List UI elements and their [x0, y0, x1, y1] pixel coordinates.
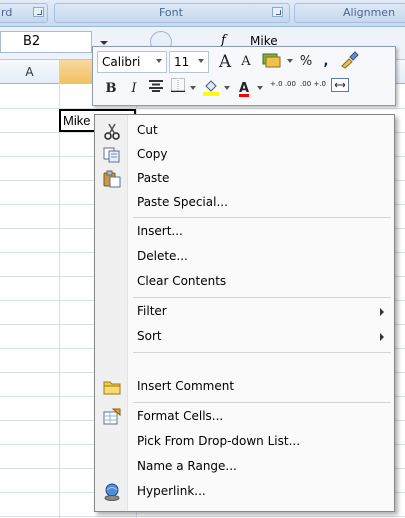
menu-item-label: Cut: [137, 123, 158, 137]
clipboard-dialog-launcher-icon[interactable]: [33, 7, 44, 17]
ribbon-group-font: Font: [54, 3, 290, 23]
menu-item-label: Sort: [137, 329, 162, 343]
menu-item-insert[interactable]: Insert...: [95, 220, 394, 244]
menu-item-label: Insert Comment: [137, 379, 235, 393]
shrink-font-button[interactable]: A: [237, 51, 255, 73]
ribbon-group-alignment: Alignmen: [294, 3, 405, 23]
center-align-icon: [149, 80, 163, 92]
menu-item-sort[interactable]: Sort: [95, 325, 394, 349]
borders-button[interactable]: [169, 78, 187, 100]
fill-color-icon: [203, 80, 219, 96]
accounting-format-icon: [262, 53, 281, 68]
comment-icon: [103, 381, 121, 395]
menu-item-paste-special[interactable]: Paste Special...: [95, 191, 394, 215]
font-color-dropdown-icon[interactable]: [257, 86, 263, 90]
paste-icon: [103, 170, 121, 188]
grow-font-button[interactable]: A: [215, 51, 235, 73]
borders-icon: [171, 78, 185, 93]
menu-separator: [133, 297, 391, 298]
menu-item-label: Paste: [137, 171, 170, 185]
menu-item-hyperlink[interactable]: Hyperlink...: [95, 480, 394, 504]
bold-button[interactable]: B: [103, 78, 119, 100]
ribbon-group-label-font: Font: [159, 6, 183, 19]
copy-icon: [103, 147, 120, 163]
gridline: [0, 516, 405, 517]
submenu-arrow-icon: [380, 308, 384, 316]
name-box[interactable]: B2: [0, 31, 92, 53]
font-color-button[interactable]: A: [235, 78, 253, 100]
menu-item-name-a-range[interactable]: Name a Range...: [95, 455, 394, 479]
menu-separator: [133, 217, 391, 218]
menu-item-pick-from-dropdown[interactable]: Pick From Drop-down List...: [95, 430, 394, 454]
menu-item-label: Name a Range...: [137, 459, 237, 473]
format-painter-icon: [341, 51, 359, 69]
name-box-dropdown-icon[interactable]: [100, 41, 108, 45]
active-cell-value: Mike: [63, 113, 91, 128]
accounting-format-dropdown-icon[interactable]: [287, 59, 293, 63]
fill-color-button[interactable]: [201, 78, 221, 100]
menu-separator: [133, 352, 391, 353]
fill-color-dropdown-icon[interactable]: [224, 86, 230, 90]
center-align-button[interactable]: [147, 78, 165, 100]
decrease-decimal-button[interactable]: .00 +.0: [299, 78, 327, 100]
menu-item-label: Format Cells...: [137, 409, 224, 423]
format-cells-icon: [103, 408, 121, 425]
comma-style-button[interactable]: ,: [319, 51, 333, 73]
menu-item-copy[interactable]: Copy: [95, 143, 394, 167]
font-name-dropdown-icon[interactable]: [156, 59, 162, 63]
ribbon-group-label-clipboard: rd: [1, 6, 13, 19]
scissors-icon: [104, 123, 120, 140]
borders-dropdown-icon[interactable]: [190, 86, 196, 90]
menu-item-label: Paste Special...: [137, 195, 228, 209]
ribbon-group-labels: rd Font Alignmen: [0, 0, 405, 27]
ribbon-group-label-alignment: Alignmen: [343, 6, 396, 19]
format-painter-button[interactable]: [337, 51, 361, 73]
menu-item-paste[interactable]: Paste: [95, 167, 394, 191]
gridline: [59, 84, 60, 518]
menu-item-label: Filter: [137, 304, 167, 318]
hyperlink-icon: [104, 483, 120, 501]
menu-item-label: Insert...: [137, 224, 183, 238]
context-menu: Cut Copy Paste Paste Special... Insert..…: [94, 114, 395, 512]
menu-item-format-cells[interactable]: Format Cells...: [95, 405, 394, 429]
italic-button[interactable]: I: [127, 78, 141, 100]
merge-center-button[interactable]: [329, 78, 351, 100]
increase-decimal-button[interactable]: +.0 .00: [269, 78, 297, 100]
mini-toolbar: Calibri 11 A A % , B I A +.0 .00 .00 +.0: [92, 46, 396, 106]
font-size-dropdown-icon[interactable]: [198, 59, 204, 63]
menu-item-label: Pick From Drop-down List...: [137, 434, 301, 448]
merge-center-icon: [331, 78, 349, 92]
menu-separator: [133, 402, 391, 403]
percent-style-button[interactable]: %: [297, 51, 315, 73]
menu-item-filter[interactable]: Filter: [95, 300, 394, 324]
menu-item-label: Copy: [137, 147, 168, 161]
font-dialog-launcher-icon[interactable]: [272, 7, 283, 17]
accounting-format-button[interactable]: [259, 51, 283, 73]
menu-item-cut[interactable]: Cut: [95, 119, 394, 143]
menu-item-label: Hyperlink...: [137, 484, 206, 498]
column-header-a[interactable]: A: [0, 60, 60, 84]
menu-item-label: Clear Contents: [137, 274, 227, 288]
menu-item-clear-contents[interactable]: Clear Contents: [95, 270, 394, 294]
menu-item-label: Delete...: [137, 249, 188, 263]
menu-item-delete[interactable]: Delete...: [95, 245, 394, 269]
submenu-arrow-icon: [380, 333, 384, 341]
menu-item-insert-comment[interactable]: Insert Comment: [95, 375, 394, 399]
